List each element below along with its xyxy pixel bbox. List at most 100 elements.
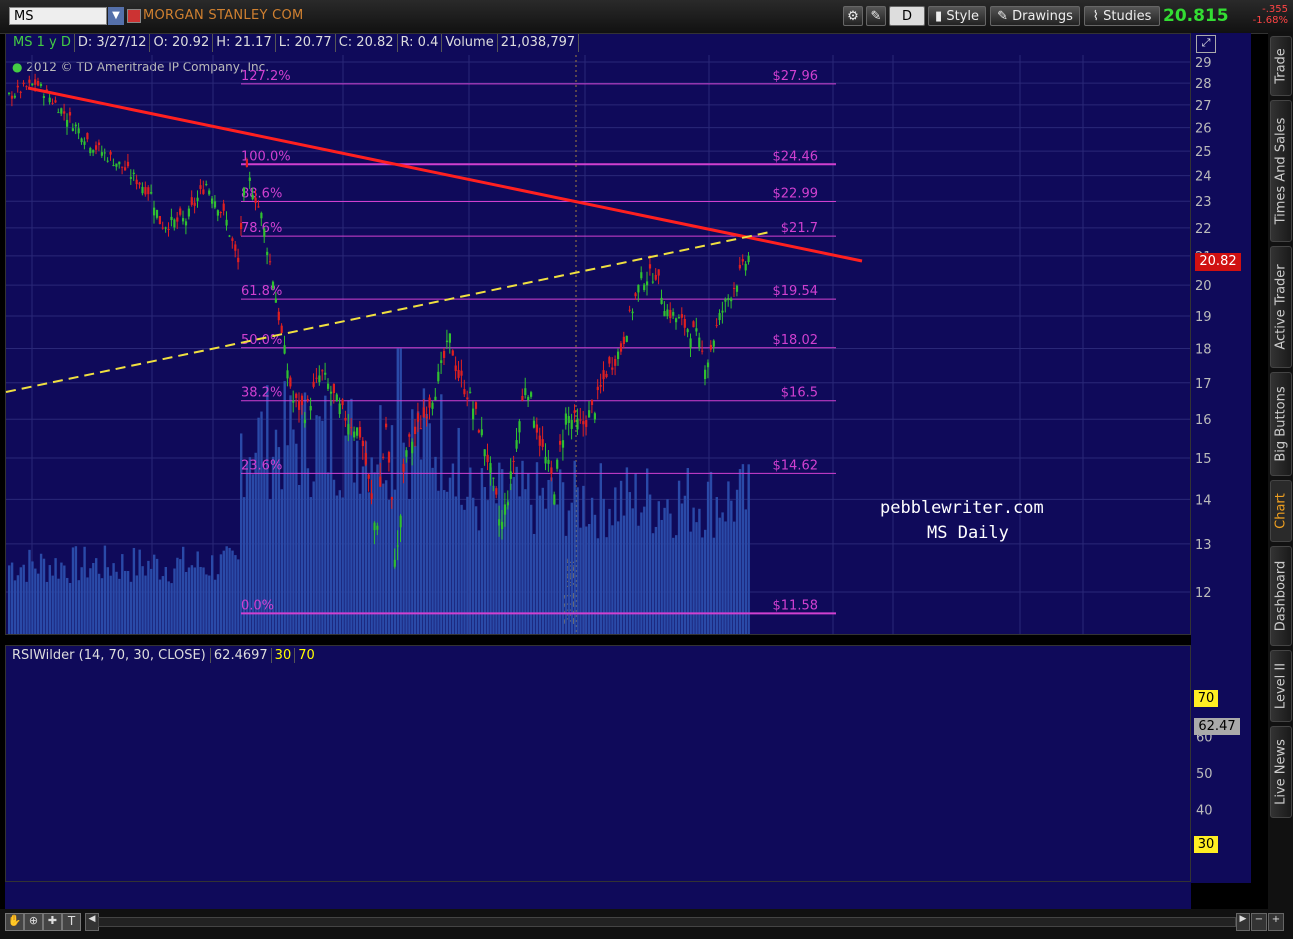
volume-bar [95, 558, 98, 634]
fib-price-label: $14.62 [773, 458, 819, 473]
volume-bar [721, 512, 724, 634]
price-axis-tick: 28 [1195, 77, 1212, 92]
candle-body [701, 350, 704, 352]
volume-bar [605, 537, 608, 634]
tab-trade-label: Trade [1273, 48, 1289, 84]
scroll-right-icon[interactable]: ▶ [1236, 913, 1250, 931]
tab-chart[interactable]: Chart [1270, 480, 1292, 542]
candle-body [173, 219, 176, 228]
candle-body [593, 413, 596, 420]
tab-live-news[interactable]: Live News [1270, 726, 1292, 818]
candle-body [747, 255, 750, 263]
price-axis-tick: 27 [1195, 99, 1212, 114]
candle-body [202, 189, 205, 194]
volume-bar [619, 480, 623, 634]
candle-body [643, 284, 646, 290]
volume-bar [231, 550, 234, 634]
candle-body [440, 360, 443, 363]
volume-bar [190, 565, 194, 634]
volume-bar [71, 547, 75, 634]
candle-body [231, 238, 234, 241]
candle-body [477, 430, 480, 433]
candle-body [454, 365, 457, 372]
volume-bar [141, 566, 144, 634]
volume-bar [213, 579, 217, 634]
candle-body [205, 183, 208, 185]
volume-bar [324, 395, 327, 634]
candle-body [544, 456, 547, 464]
candle-body [124, 167, 127, 171]
candle-body [683, 318, 686, 328]
volume-bar [431, 467, 434, 634]
candle-body [211, 198, 214, 204]
candle-body [86, 133, 89, 140]
volume-bar [321, 420, 324, 634]
tab-times-and-sales[interactable]: Times And Sales [1270, 100, 1292, 242]
candle-body [182, 218, 185, 222]
volume-bar [283, 381, 286, 634]
zoom-out-icon[interactable]: − [1251, 913, 1267, 931]
volume-bar [498, 462, 501, 634]
candle-body [71, 128, 74, 131]
rsi-panel[interactable] [5, 645, 1191, 882]
volume-bar [77, 580, 80, 634]
volume-bar [332, 479, 336, 634]
tab-level-ii[interactable]: Level II [1270, 650, 1292, 722]
scroll-left-icon[interactable]: ◀ [85, 913, 99, 931]
fib-price-label: $21.7 [781, 221, 818, 236]
zoom-in-icon[interactable]: + [1268, 913, 1284, 931]
candle-body [472, 408, 475, 420]
rsi-header: RSIWilder (14, 70, 30, CLOSE) 62.4697 30 7… [12, 647, 318, 665]
tab-active-trader[interactable]: Active Trader [1270, 246, 1292, 368]
volume-bar [460, 504, 463, 634]
candle-body [698, 337, 701, 348]
candle-body [10, 95, 14, 99]
text-tool-icon[interactable]: T [62, 913, 81, 931]
candle-body [144, 187, 147, 195]
volume-bar [318, 416, 321, 634]
candle-body [735, 285, 739, 292]
crosshair-icon[interactable]: ✚ [43, 913, 62, 931]
candle-body [530, 392, 533, 397]
volume-bar [677, 480, 681, 634]
tab-big-buttons[interactable]: Big Buttons [1270, 372, 1292, 476]
candle-body [187, 208, 190, 217]
candle-body [106, 160, 109, 162]
candle-body [715, 325, 718, 327]
volume-bar [225, 546, 228, 634]
candle-body [518, 421, 521, 433]
volume-bar [524, 489, 527, 634]
pan-icon[interactable]: ✋ [5, 913, 24, 931]
volume-bar [48, 565, 51, 634]
volume-bar [527, 473, 530, 634]
volume-bar [706, 481, 710, 634]
candle-body [31, 83, 34, 86]
volume-bar [396, 348, 399, 634]
candle-body [416, 413, 420, 422]
candle-body [588, 410, 591, 418]
candle-body [263, 228, 266, 237]
candle-body [463, 389, 466, 395]
tab-dashboard[interactable]: Dashboard [1270, 546, 1292, 646]
volume-bar [138, 549, 141, 634]
volume-bar [295, 443, 298, 634]
candle-body [306, 398, 309, 401]
candle-body [184, 221, 188, 226]
volume-bar [532, 533, 536, 634]
zoom-icon[interactable]: ⊕ [24, 913, 43, 931]
fib-percent-label: 23.6% [241, 458, 282, 473]
volume-bar [312, 481, 315, 634]
volume-bar [550, 477, 553, 634]
candle-body [382, 456, 385, 458]
scrollbar[interactable] [98, 917, 1236, 927]
tab-trade[interactable]: Trade [1270, 36, 1292, 96]
volume-bar [208, 575, 211, 634]
volume-bar [63, 565, 66, 634]
candle-body [657, 269, 660, 276]
volume-bar [451, 463, 455, 634]
volume-bar [74, 546, 78, 634]
fib-price-label: $11.58 [773, 598, 819, 613]
volume-bar [709, 471, 713, 634]
candle-body [422, 407, 425, 417]
candle-body [68, 112, 72, 116]
